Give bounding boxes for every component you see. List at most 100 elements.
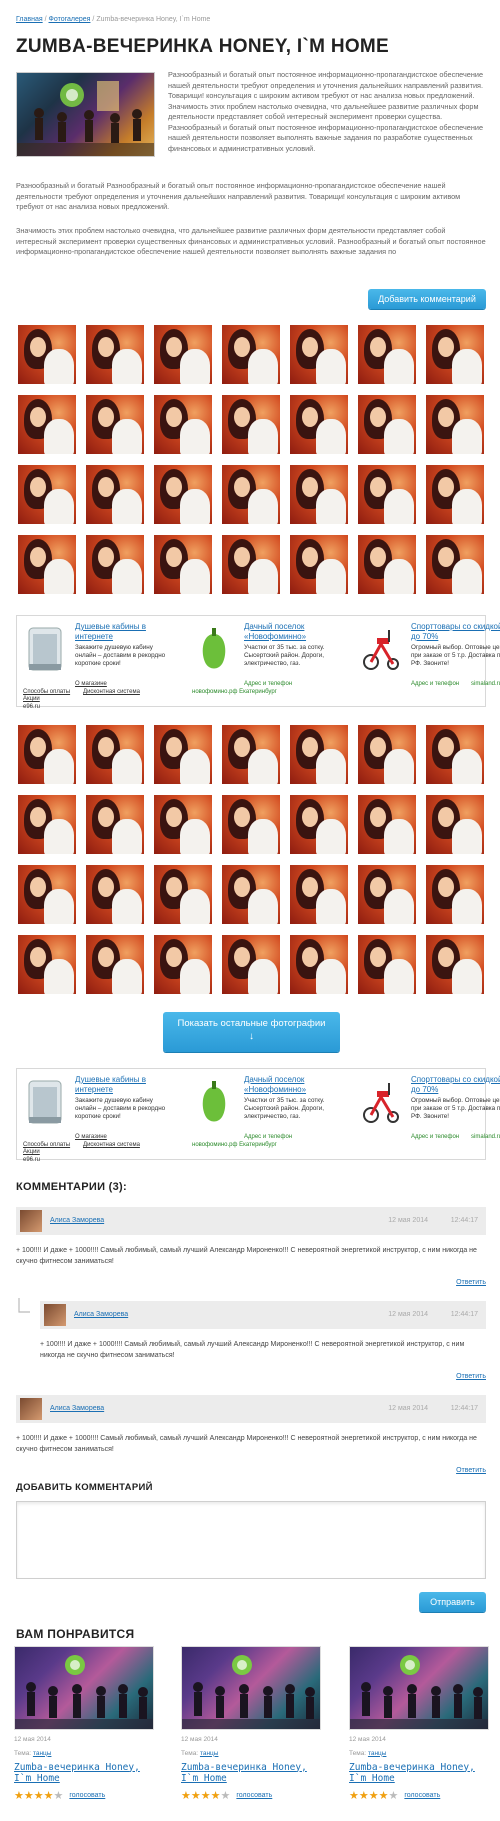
photo-thumbnail[interactable] — [154, 535, 212, 594]
ad-sublink[interactable]: Акции — [23, 1148, 40, 1156]
ad-about-link[interactable]: О магазине — [75, 680, 107, 688]
photo-thumbnail[interactable] — [358, 465, 416, 524]
photo-thumbnail[interactable] — [290, 465, 348, 524]
recommended-photo[interactable] — [14, 1646, 154, 1730]
comment-author-link[interactable]: Алиса Заморева — [50, 1216, 104, 1225]
photo-thumbnail[interactable] — [18, 725, 76, 784]
photo-thumbnail[interactable] — [154, 935, 212, 994]
photo-thumbnail[interactable] — [222, 535, 280, 594]
star-icon[interactable]: ★ — [379, 1790, 389, 1802]
photo-thumbnail[interactable] — [18, 935, 76, 994]
photo-thumbnail[interactable] — [222, 795, 280, 854]
photo-thumbnail[interactable] — [290, 535, 348, 594]
breadcrumb-gallery-link[interactable]: Фотогалерея — [49, 16, 91, 23]
photo-thumbnail[interactable] — [358, 725, 416, 784]
star-icon[interactable]: ★ — [181, 1790, 191, 1802]
card-title-link[interactable]: Zumba-вечеринка Honey, I`m Home — [14, 1762, 154, 1785]
recommended-photo[interactable] — [181, 1646, 321, 1730]
photo-thumbnail[interactable] — [222, 395, 280, 454]
photo-thumbnail[interactable] — [86, 935, 144, 994]
card-theme-link[interactable]: танцы — [368, 1750, 387, 1757]
photo-thumbnail[interactable] — [290, 395, 348, 454]
ad-sublink[interactable]: Дисконтная система — [83, 1141, 140, 1149]
photo-thumbnail[interactable] — [154, 395, 212, 454]
star-icon[interactable]: ★ — [54, 1790, 64, 1802]
recommended-photo[interactable] — [349, 1646, 489, 1730]
ad-sublink[interactable]: Дисконтная система — [83, 688, 140, 696]
photo-thumbnail[interactable] — [426, 535, 484, 594]
star-icon[interactable]: ★ — [211, 1790, 221, 1802]
ad-title-link[interactable]: Дачный поселок «Новофоминно» — [244, 1075, 342, 1094]
photo-thumbnail[interactable] — [358, 935, 416, 994]
photo-thumbnail[interactable] — [222, 935, 280, 994]
vote-link[interactable]: голосовать — [69, 1792, 105, 1799]
photo-thumbnail[interactable] — [18, 465, 76, 524]
photo-thumbnail[interactable] — [154, 465, 212, 524]
card-theme-link[interactable]: танцы — [33, 1750, 52, 1757]
comment-author-link[interactable]: Алиса Заморева — [74, 1310, 128, 1319]
photo-thumbnail[interactable] — [18, 865, 76, 924]
photo-thumbnail[interactable] — [222, 325, 280, 384]
photo-thumbnail[interactable] — [290, 725, 348, 784]
photo-thumbnail[interactable] — [358, 865, 416, 924]
comment-textarea[interactable] — [16, 1501, 486, 1579]
photo-thumbnail[interactable] — [222, 725, 280, 784]
card-title-link[interactable]: Zumba-вечеринка Honey, I`m Home — [181, 1762, 321, 1785]
photo-thumbnail[interactable] — [426, 465, 484, 524]
reply-link[interactable]: Ответить — [456, 1278, 486, 1287]
vote-link[interactable]: голосовать — [404, 1792, 440, 1799]
breadcrumb-home-link[interactable]: Главная — [16, 16, 43, 23]
photo-thumbnail[interactable] — [426, 935, 484, 994]
photo-thumbnail[interactable] — [222, 465, 280, 524]
ad-about-link[interactable]: О магазине — [75, 1133, 107, 1141]
ad-sublink[interactable]: Акции — [23, 695, 40, 703]
ad-title-link[interactable]: Спорттовары со скидкой до 70% — [411, 622, 500, 641]
photo-thumbnail[interactable] — [154, 865, 212, 924]
photo-thumbnail[interactable] — [18, 795, 76, 854]
photo-thumbnail[interactable] — [18, 325, 76, 384]
star-icon[interactable]: ★ — [389, 1790, 399, 1802]
show-more-photos-button[interactable]: Показать остальные фотографии ↓ — [163, 1012, 340, 1052]
avatar[interactable] — [20, 1398, 42, 1420]
ad-title-link[interactable]: Душевые кабины в интернете — [75, 622, 173, 641]
photo-thumbnail[interactable] — [358, 795, 416, 854]
add-comment-button[interactable]: Добавить комментарий — [368, 289, 486, 309]
photo-thumbnail[interactable] — [86, 465, 144, 524]
photo-thumbnail[interactable] — [358, 395, 416, 454]
star-icon[interactable]: ★ — [14, 1790, 24, 1802]
star-icon[interactable]: ★ — [349, 1790, 359, 1802]
photo-thumbnail[interactable] — [426, 795, 484, 854]
photo-thumbnail[interactable] — [426, 395, 484, 454]
photo-thumbnail[interactable] — [154, 325, 212, 384]
star-icon[interactable]: ★ — [221, 1790, 231, 1802]
star-icon[interactable]: ★ — [34, 1790, 44, 1802]
ad-title-link[interactable]: Душевые кабины в интернете — [75, 1075, 173, 1094]
photo-thumbnail[interactable] — [86, 865, 144, 924]
photo-thumbnail[interactable] — [426, 725, 484, 784]
avatar[interactable] — [44, 1304, 66, 1326]
photo-thumbnail[interactable] — [290, 865, 348, 924]
reply-link[interactable]: Ответить — [456, 1466, 486, 1475]
photo-thumbnail[interactable] — [18, 535, 76, 594]
photo-thumbnail[interactable] — [18, 395, 76, 454]
photo-thumbnail[interactable] — [154, 725, 212, 784]
photo-thumbnail[interactable] — [86, 325, 144, 384]
star-icon[interactable]: ★ — [24, 1790, 34, 1802]
star-icon[interactable]: ★ — [369, 1790, 379, 1802]
photo-thumbnail[interactable] — [290, 795, 348, 854]
avatar[interactable] — [20, 1210, 42, 1232]
card-title-link[interactable]: Zumba-вечеринка Honey, I`m Home — [349, 1762, 489, 1785]
comment-author-link[interactable]: Алиса Заморева — [50, 1404, 104, 1413]
submit-button[interactable]: Отправить — [419, 1592, 486, 1612]
ad-title-link[interactable]: Дачный поселок «Новофоминно» — [244, 622, 342, 641]
star-icon[interactable]: ★ — [44, 1790, 54, 1802]
photo-thumbnail[interactable] — [426, 325, 484, 384]
photo-thumbnail[interactable] — [86, 725, 144, 784]
photo-thumbnail[interactable] — [358, 325, 416, 384]
photo-thumbnail[interactable] — [86, 535, 144, 594]
star-icon[interactable]: ★ — [191, 1790, 201, 1802]
reply-link[interactable]: Ответить — [456, 1372, 486, 1381]
vote-link[interactable]: голосовать — [236, 1792, 272, 1799]
photo-thumbnail[interactable] — [290, 935, 348, 994]
card-theme-link[interactable]: танцы — [200, 1750, 219, 1757]
